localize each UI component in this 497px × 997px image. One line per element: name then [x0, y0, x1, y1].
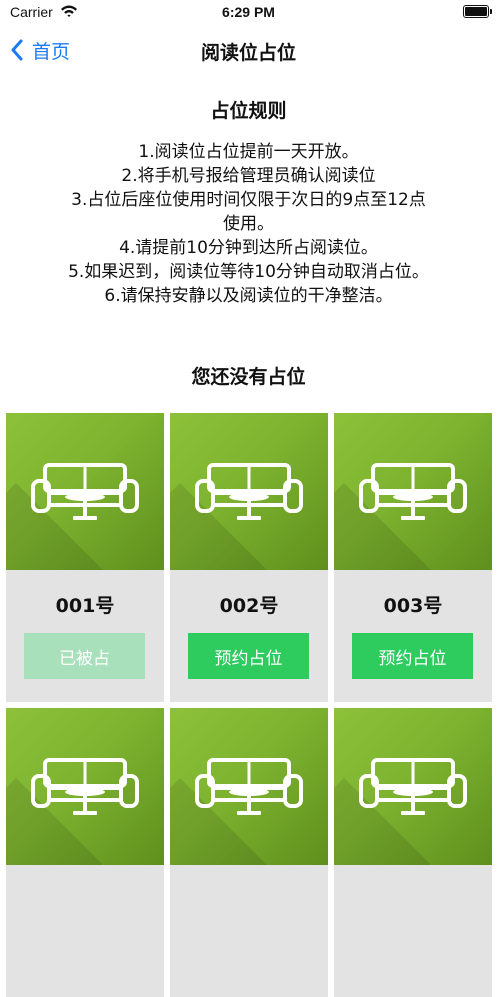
rule-item: 3.占位后座位使用时间仅限于次日的9点至12点 [71, 190, 426, 210]
sofa-icon [195, 758, 303, 815]
seat-image [334, 413, 492, 570]
seat-image [170, 413, 328, 570]
sofa-icon [359, 463, 467, 520]
seat-number: 002号 [219, 595, 279, 617]
seat-card [6, 708, 164, 997]
rule-item: 6.请保持安静以及阅读位的干净整洁。 [104, 286, 393, 306]
seat-number: 003号 [383, 595, 443, 617]
seat-image [170, 708, 328, 865]
seat-card [334, 708, 492, 997]
sofa-icon [195, 463, 303, 520]
rule-item: 1.阅读位占位提前一天开放。 [138, 142, 359, 162]
sofa-icon [31, 463, 139, 520]
sofa-icon [31, 758, 139, 815]
rule-item: 5.如果迟到，阅读位等待10分钟自动取消占位。 [68, 262, 429, 282]
seat-card: 002号 预约占位 [170, 413, 328, 702]
status-bar: Carrier 6:29 PM [0, 0, 497, 26]
clock: 6:29 PM [222, 4, 275, 20]
rules-title: 占位规则 [210, 100, 287, 122]
seat-image [334, 708, 492, 865]
rule-item: 4.请提前10分钟到达所占阅读位。 [119, 238, 378, 258]
reservation-status: 您还没有占位 [191, 366, 306, 388]
rule-item: 使用。 [223, 214, 274, 234]
reserve-button[interactable]: 已被占 [24, 633, 145, 679]
seat-card [170, 708, 328, 997]
rule-item: 2.将手机号报给管理员确认阅读位 [121, 166, 376, 186]
seat-card: 003号 预约占位 [334, 413, 492, 702]
navigation-bar: 首页 阅读位占位 [0, 26, 497, 74]
seat-image [6, 708, 164, 865]
seat-card: 001号 已被占 [6, 413, 164, 702]
page-title: 阅读位占位 [200, 42, 296, 64]
reserve-button[interactable]: 预约占位 [352, 633, 473, 679]
seat-image [6, 413, 164, 570]
seat-number: 001号 [55, 595, 115, 617]
sofa-icon [359, 758, 467, 815]
reserve-button[interactable]: 预约占位 [188, 633, 309, 679]
battery-icon [463, 5, 492, 18]
rules-section: 占位规则 1.阅读位占位提前一天开放。 2.将手机号报给管理员确认阅读位 3.占… [0, 98, 497, 308]
